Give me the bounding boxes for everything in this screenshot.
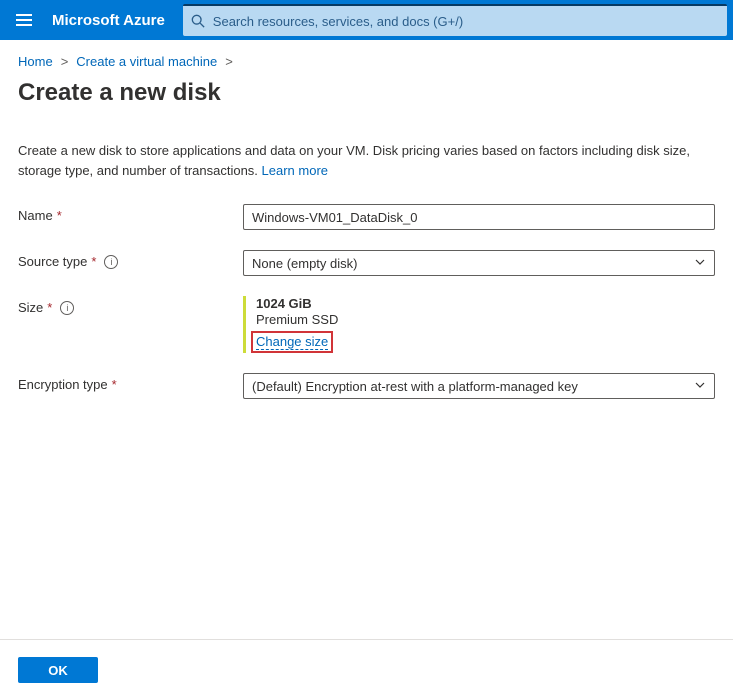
size-value: 1024 GiB — [256, 296, 715, 311]
hamburger-icon — [16, 14, 32, 26]
row-source: Source type * i None (empty disk) — [18, 250, 715, 276]
chevron-down-icon — [694, 379, 706, 394]
search-input[interactable] — [213, 14, 719, 29]
breadcrumb-create-vm[interactable]: Create a virtual machine — [76, 54, 217, 69]
required-star: * — [91, 254, 96, 269]
chevron-down-icon — [694, 256, 706, 271]
required-star: * — [57, 208, 62, 223]
size-label-wrapper: Size * i — [18, 296, 243, 315]
source-field-wrapper: None (empty disk) — [243, 250, 715, 276]
search-icon — [191, 14, 205, 28]
size-field-wrapper: 1024 GiB Premium SSD Change size — [243, 296, 715, 353]
row-name: Name * — [18, 204, 715, 230]
encryption-label: Encryption type — [18, 377, 108, 392]
source-label: Source type — [18, 254, 87, 269]
encryption-label-wrapper: Encryption type * — [18, 373, 243, 392]
page-content: Home > Create a virtual machine > Create… — [0, 40, 733, 399]
breadcrumb-sep: > — [61, 54, 69, 69]
row-encryption: Encryption type * (Default) Encryption a… — [18, 373, 715, 399]
info-icon[interactable]: i — [104, 255, 118, 269]
encryption-type-select[interactable]: (Default) Encryption at-rest with a plat… — [243, 373, 715, 399]
search-box[interactable] — [183, 4, 727, 36]
top-bar: Microsoft Azure — [0, 0, 733, 40]
required-star: * — [47, 300, 52, 315]
name-input[interactable] — [243, 204, 715, 230]
brand-label: Microsoft Azure — [48, 12, 177, 29]
size-info-block: 1024 GiB Premium SSD Change size — [243, 296, 715, 353]
page-title: Create a new disk — [18, 79, 715, 107]
name-field-wrapper — [243, 204, 715, 230]
required-star: * — [112, 377, 117, 392]
hamburger-menu-button[interactable] — [0, 0, 48, 40]
row-size: Size * i 1024 GiB Premium SSD Change siz… — [18, 296, 715, 353]
size-label: Size — [18, 300, 43, 315]
breadcrumb-sep: > — [225, 54, 233, 69]
footer-separator — [0, 639, 733, 640]
breadcrumb-home[interactable]: Home — [18, 54, 53, 69]
source-type-value: None (empty disk) — [252, 256, 357, 271]
source-label-wrapper: Source type * i — [18, 250, 243, 269]
source-type-select[interactable]: None (empty disk) — [243, 250, 715, 276]
breadcrumb: Home > Create a virtual machine > — [18, 54, 715, 69]
info-icon[interactable]: i — [60, 301, 74, 315]
encryption-field-wrapper: (Default) Encryption at-rest with a plat… — [243, 373, 715, 399]
encryption-type-value: (Default) Encryption at-rest with a plat… — [252, 379, 578, 394]
name-label: Name — [18, 208, 53, 223]
highlight-annotation: Change size — [251, 331, 333, 353]
footer: OK — [18, 657, 98, 683]
size-tier: Premium SSD — [256, 312, 715, 327]
learn-more-link[interactable]: Learn more — [262, 163, 328, 178]
name-label-wrapper: Name * — [18, 204, 243, 223]
form: Name * Source type * i None (empty disk) — [18, 204, 715, 399]
change-size-link[interactable]: Change size — [256, 334, 328, 350]
page-description: Create a new disk to store applications … — [18, 141, 715, 180]
ok-button[interactable]: OK — [18, 657, 98, 683]
description-text: Create a new disk to store applications … — [18, 143, 690, 178]
